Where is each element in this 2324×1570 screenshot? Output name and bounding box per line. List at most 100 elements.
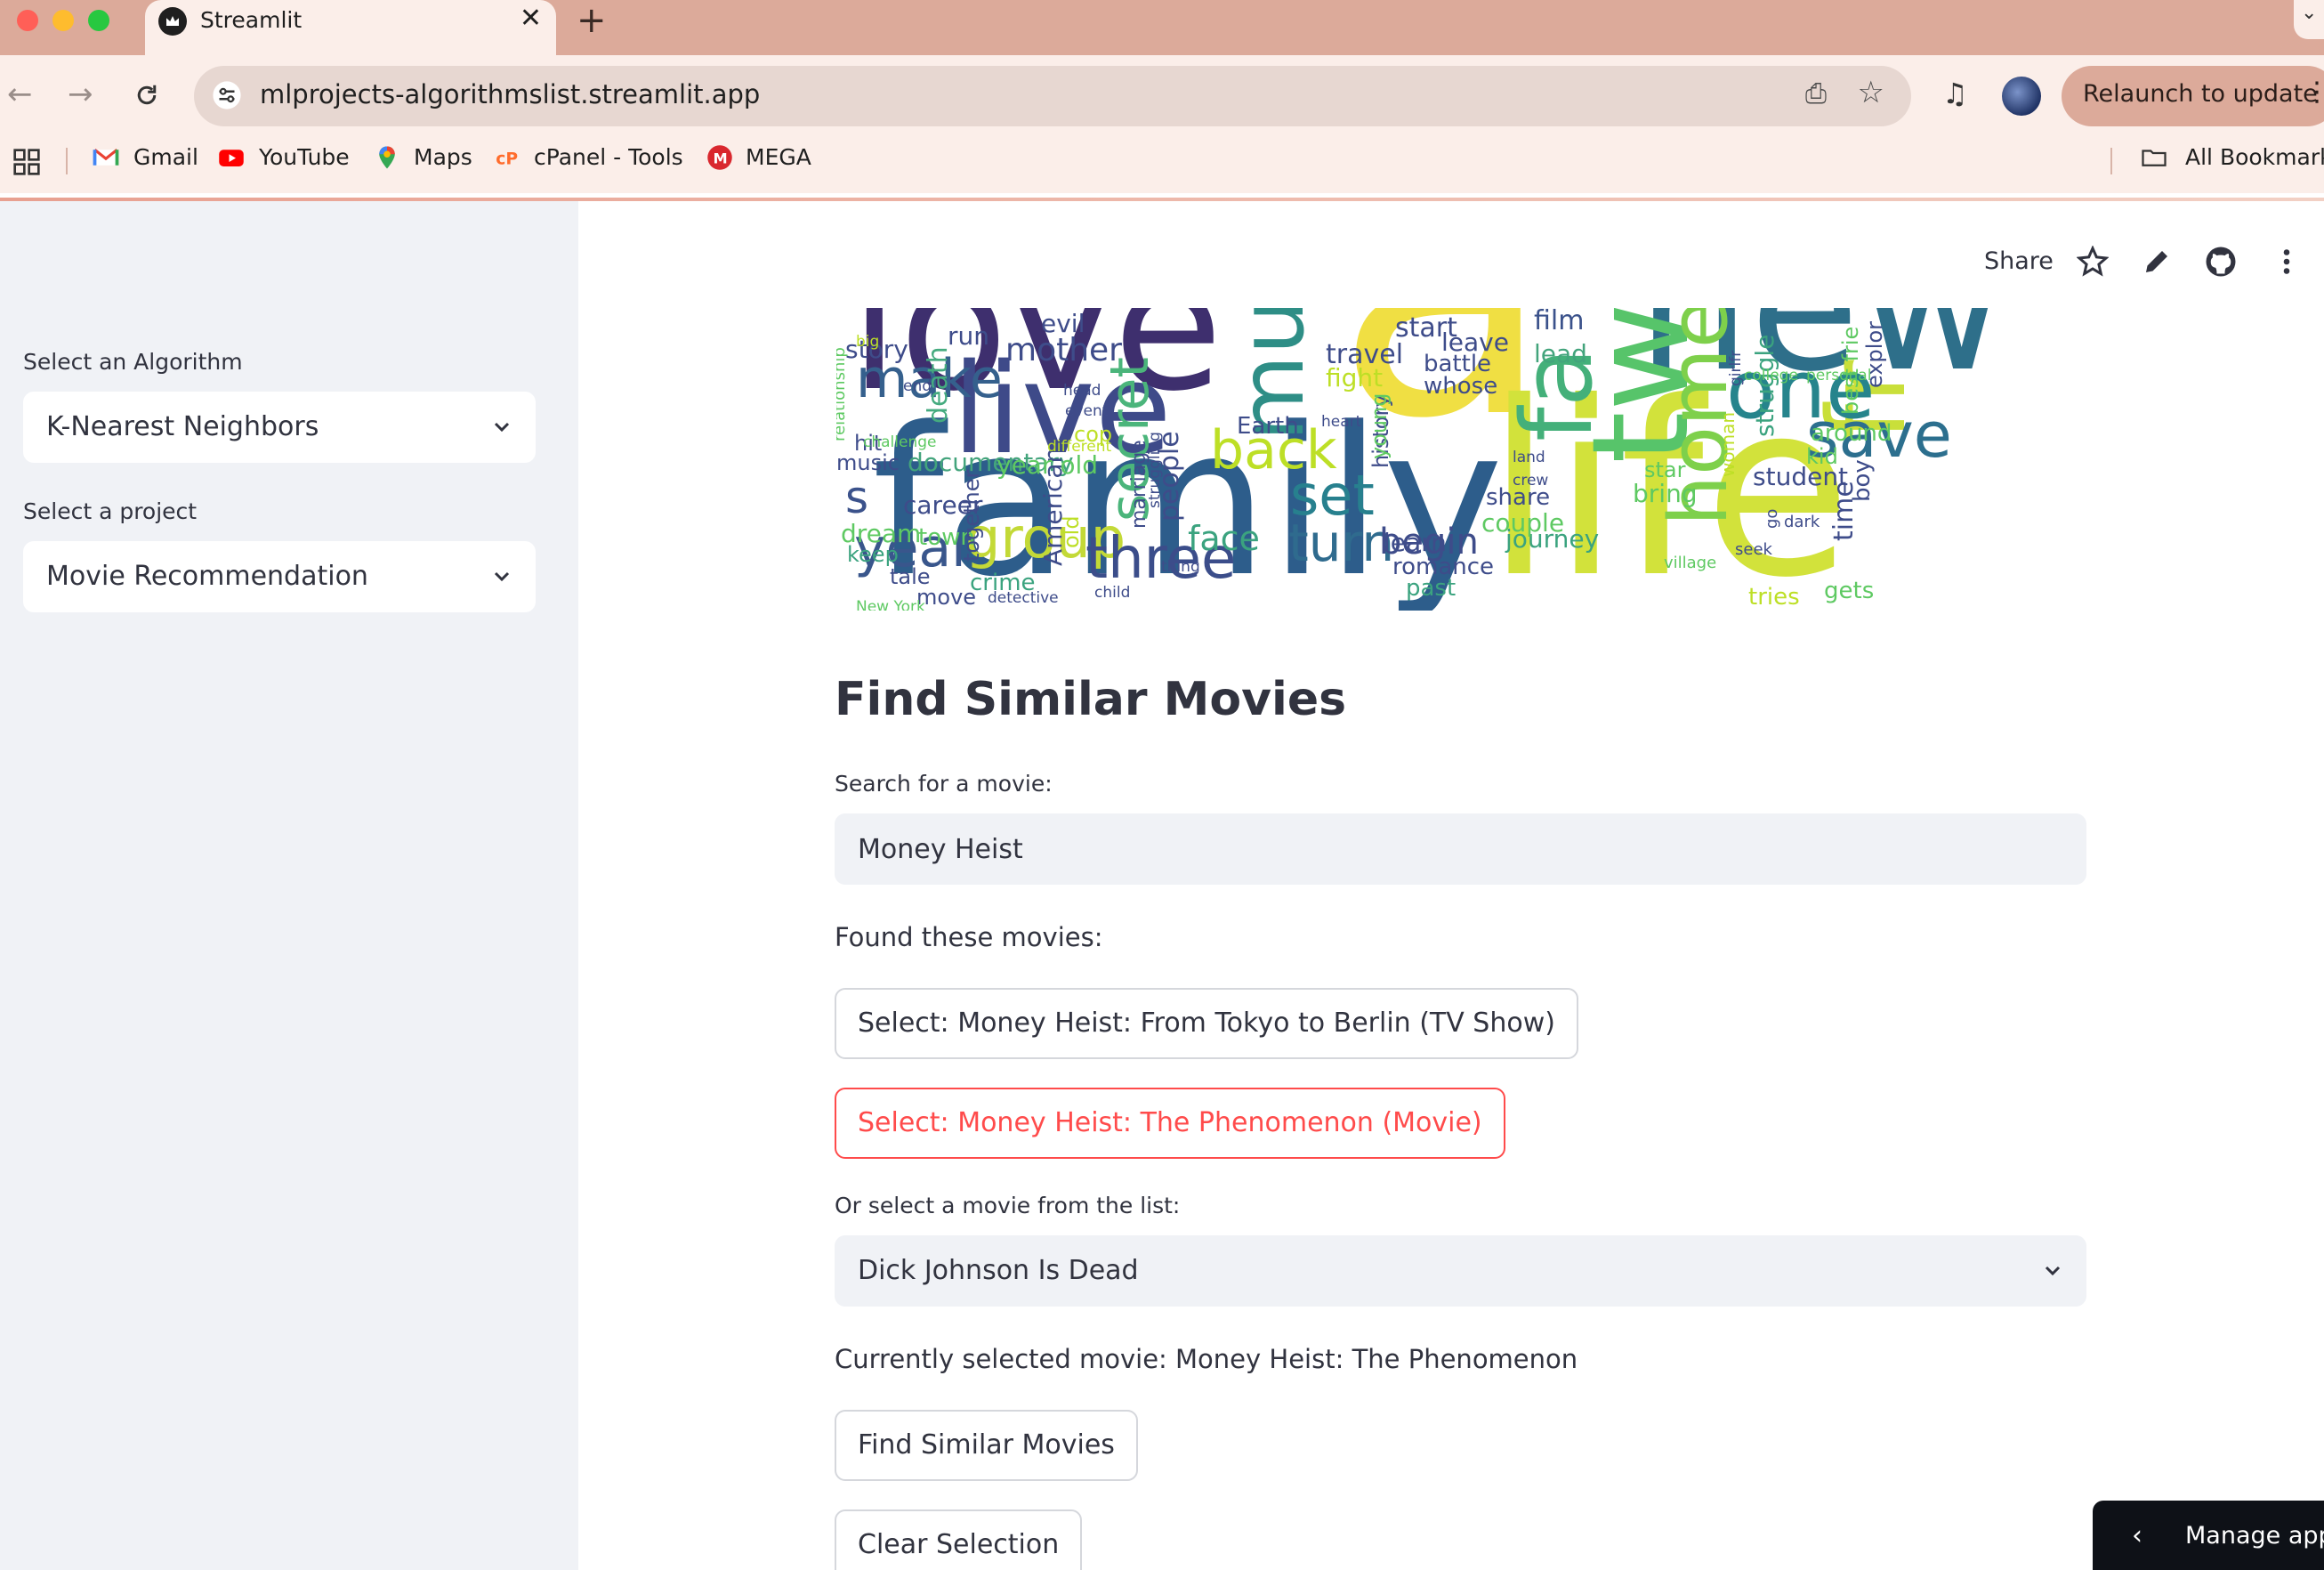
mega-icon: M — [707, 145, 732, 170]
project-select-value: Movie Recommendation — [46, 561, 368, 592]
bookmark-mega[interactable]: MEGA — [746, 144, 811, 170]
wordcloud-word: struggling — [1146, 432, 1164, 508]
chevron-left-icon: ‹ — [2132, 1520, 2142, 1551]
tab-title: Streamlit — [200, 7, 303, 33]
manage-app-label: Manage app — [2185, 1522, 2324, 1550]
maximize-window-button[interactable] — [88, 10, 109, 31]
wordcloud-word: film — [1534, 308, 1585, 336]
wordcloud-word: gets — [1824, 578, 1875, 604]
chevron-down-icon: ⌄ — [2301, 2, 2318, 24]
wordcloud-word: seek — [1735, 540, 1772, 559]
select-result-button-active[interactable]: Select: Money Heist: The Phenomenon (Mov… — [835, 1088, 1505, 1159]
apps-grid-icon[interactable] — [12, 148, 41, 176]
url-text[interactable]: mlprojects-algorithmslist.streamlit.app — [260, 79, 760, 109]
share-button[interactable]: Share — [1984, 247, 2054, 275]
profile-avatar[interactable] — [2002, 77, 2041, 116]
wordcloud-word: dark — [1784, 513, 1820, 531]
wordcloud-word: face — [1188, 519, 1260, 558]
chevron-down-icon — [494, 571, 510, 582]
wordcloud-word: lead — [1534, 339, 1587, 368]
wordcloud-word: New York — [856, 598, 925, 611]
bookmark-star-icon[interactable]: ☆ — [1858, 75, 1884, 110]
wordcloud-word: relationship — [836, 347, 849, 441]
algorithm-select[interactable]: K-Nearest Neighbors — [23, 392, 536, 463]
bookmarks-bar: Gmail YouTube Maps cP cPanel - Tools M M… — [0, 132, 2324, 187]
clear-selection-button[interactable]: Clear Selection — [835, 1509, 1083, 1570]
wordcloud-word: learn — [1384, 528, 1447, 557]
bookmark-maps[interactable]: Maps — [414, 144, 472, 170]
relaunch-to-update-button[interactable]: Relaunch to update ⋮ — [2062, 66, 2324, 126]
new-tab-button[interactable]: + — [577, 0, 607, 41]
bookmark-cpanel[interactable]: cPanel - Tools — [534, 144, 683, 170]
wordcloud-word: personal — [1806, 367, 1872, 384]
reload-icon[interactable] — [133, 82, 160, 109]
found-movies-label: Found these movies: — [835, 922, 1103, 952]
gmail-icon — [93, 149, 119, 166]
sidebar: Select an Algorithm K-Nearest Neighbors … — [0, 201, 578, 1570]
wordcloud-word: whose — [1424, 373, 1498, 400]
chevron-down-icon — [2045, 1266, 2061, 1276]
forward-arrow-icon[interactable]: → — [68, 77, 93, 112]
wordcloud-word: land — [1513, 449, 1545, 466]
kebab-menu-icon[interactable] — [2271, 246, 2303, 278]
wordcloud-word: run — [948, 321, 990, 351]
wordcloud-word: end — [903, 377, 932, 395]
bookmark-youtube[interactable]: YouTube — [259, 144, 350, 170]
bookmark-gmail[interactable]: Gmail — [133, 144, 198, 170]
browser-tabstrip: Streamlit ✕ + ⌄ — [0, 0, 2324, 55]
chevron-down-icon — [494, 422, 510, 433]
all-bookmarks[interactable]: All Bookmarks — [2185, 144, 2324, 170]
wordcloud-word: keep — [847, 542, 899, 567]
project-label: Select a project — [23, 498, 198, 524]
currently-selected-text: Currently selected movie: Money Heist: T… — [835, 1344, 1578, 1374]
wordcloud-word: s — [845, 472, 869, 523]
minimize-window-button[interactable] — [52, 10, 74, 31]
maps-pin-icon — [379, 146, 395, 169]
tab-search-button[interactable]: ⌄ — [2294, 0, 2324, 39]
back-arrow-icon[interactable]: ← — [7, 77, 33, 112]
browser-tab[interactable]: Streamlit ✕ — [145, 0, 556, 55]
install-app-icon[interactable]: ⎙ — [1805, 78, 1827, 109]
address-bar[interactable]: mlprojects-algorithmslist.streamlit.app … — [194, 66, 1911, 126]
wordcloud-word: young — [1367, 392, 1392, 459]
wordcloud-word: head — [1063, 382, 1101, 400]
wordcloud-word: evil — [1041, 309, 1085, 338]
wordcloud-word: struggle — [1750, 334, 1779, 437]
movie-search-input[interactable] — [835, 813, 2086, 885]
manage-app-button[interactable]: ‹ Manage app — [2093, 1501, 2324, 1570]
github-icon[interactable] — [2205, 246, 2237, 278]
wordcloud-word: detective — [988, 589, 1059, 607]
cpanel-icon: cP — [496, 150, 518, 169]
wordcloud-word: tries — [1748, 584, 1800, 611]
site-settings-icon[interactable] — [212, 80, 242, 110]
page-title: Find Similar Movies — [835, 673, 1347, 726]
movie-list-select-value: Dick Johnson Is Dead — [858, 1255, 1139, 1286]
movie-list-select[interactable]: Dick Johnson Is Dead — [835, 1235, 2086, 1307]
close-window-button[interactable] — [17, 10, 38, 31]
wordcloud-word: girlfr — [1727, 350, 1745, 386]
bookmarks-separator — [66, 148, 68, 174]
wordcloud-word: together — [959, 469, 984, 562]
algorithm-select-value: K-Nearest Neighbors — [46, 411, 319, 442]
star-icon[interactable] — [2077, 246, 2109, 278]
wordcloud-word: couple — [1481, 508, 1565, 538]
wordcloud-word: kid — [1806, 444, 1838, 469]
streamlit-favicon-icon — [158, 7, 187, 36]
project-select[interactable]: Movie Recommendation — [23, 541, 536, 612]
kebab-menu-icon[interactable]: ⋮ — [2304, 77, 2324, 108]
media-controls-icon[interactable]: ♫ — [1942, 77, 1968, 110]
list-label: Or select a movie from the list: — [835, 1193, 1181, 1218]
wordcloud-word: tale — [890, 564, 931, 589]
find-similar-movies-button[interactable]: Find Similar Movies — [835, 1410, 1138, 1481]
wordcloud-word: village — [1664, 554, 1717, 572]
tab-close-icon[interactable]: ✕ — [520, 3, 542, 34]
youtube-icon — [219, 150, 244, 166]
wordcloud-word: go — [1763, 508, 1781, 529]
wordcloud-word: crew — [1513, 472, 1549, 490]
select-result-button[interactable]: Select: Money Heist: From Tokyo to Berli… — [835, 988, 1578, 1059]
wordcloud-word: old — [1059, 515, 1084, 548]
edit-pencil-icon[interactable] — [2141, 246, 2173, 278]
wordcloud-word: college — [1744, 367, 1798, 384]
wordcloud-word: mother — [1005, 332, 1122, 368]
wordcloud-word: boy — [1849, 459, 1876, 502]
